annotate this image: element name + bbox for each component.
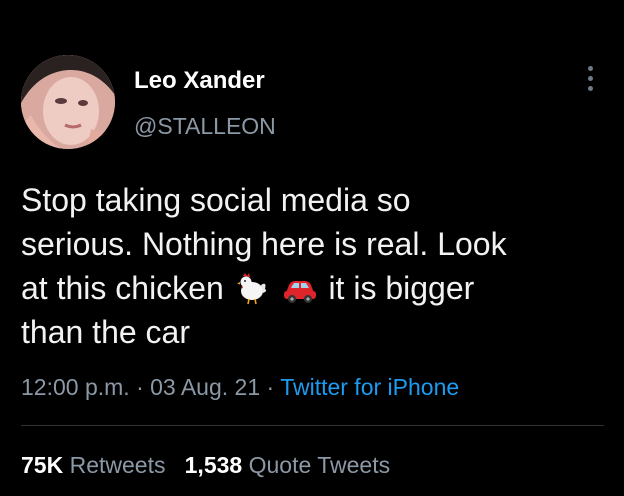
tweet-line-with-emoji: at this chicken it is bigger xyxy=(21,266,611,310)
tweet-text: Stop taking social media so serious. Not… xyxy=(21,178,611,354)
tweet-card: Leo Xander @STALLEON Stop taking social … xyxy=(0,0,624,496)
tweet-line: Stop taking social media so xyxy=(21,182,411,218)
divider xyxy=(21,425,604,426)
tweet-date[interactable]: 03 Aug. 21 xyxy=(150,374,260,400)
tweet-source-link[interactable]: Twitter for iPhone xyxy=(280,374,459,400)
quote-tweets-label: Quote Tweets xyxy=(248,452,391,478)
avatar[interactable] xyxy=(21,55,115,149)
chicken-emoji-icon xyxy=(235,271,269,316)
tweet-line-part: at this chicken xyxy=(21,270,224,306)
more-options-icon[interactable] xyxy=(582,66,598,100)
quote-tweets-count: 1,538 xyxy=(184,452,243,478)
retweets-count: 75K xyxy=(21,452,64,478)
tweet-line-part: it is bigger xyxy=(328,270,475,306)
separator: · xyxy=(266,374,275,400)
tweet-stats: 75K Retweets 1,538 Quote Tweets xyxy=(21,450,390,480)
retweets-label: Retweets xyxy=(69,452,166,478)
tweet-line: serious. Nothing here is real. Look xyxy=(21,226,507,262)
author-name[interactable]: Leo Xander xyxy=(134,67,265,95)
quote-tweets-stat[interactable]: 1,538 Quote Tweets xyxy=(185,452,390,478)
tweet-line: than the car xyxy=(21,314,190,350)
author-handle[interactable]: @STALLEON xyxy=(134,112,276,140)
tweet-meta: 12:00 p.m. · 03 Aug. 21 · Twitter for iP… xyxy=(21,372,459,402)
tweet-time[interactable]: 12:00 p.m. xyxy=(21,374,130,400)
car-emoji-icon xyxy=(282,271,318,316)
separator: · xyxy=(136,374,144,400)
retweets-stat[interactable]: 75K Retweets xyxy=(21,452,165,478)
avatar-photo xyxy=(21,55,115,149)
